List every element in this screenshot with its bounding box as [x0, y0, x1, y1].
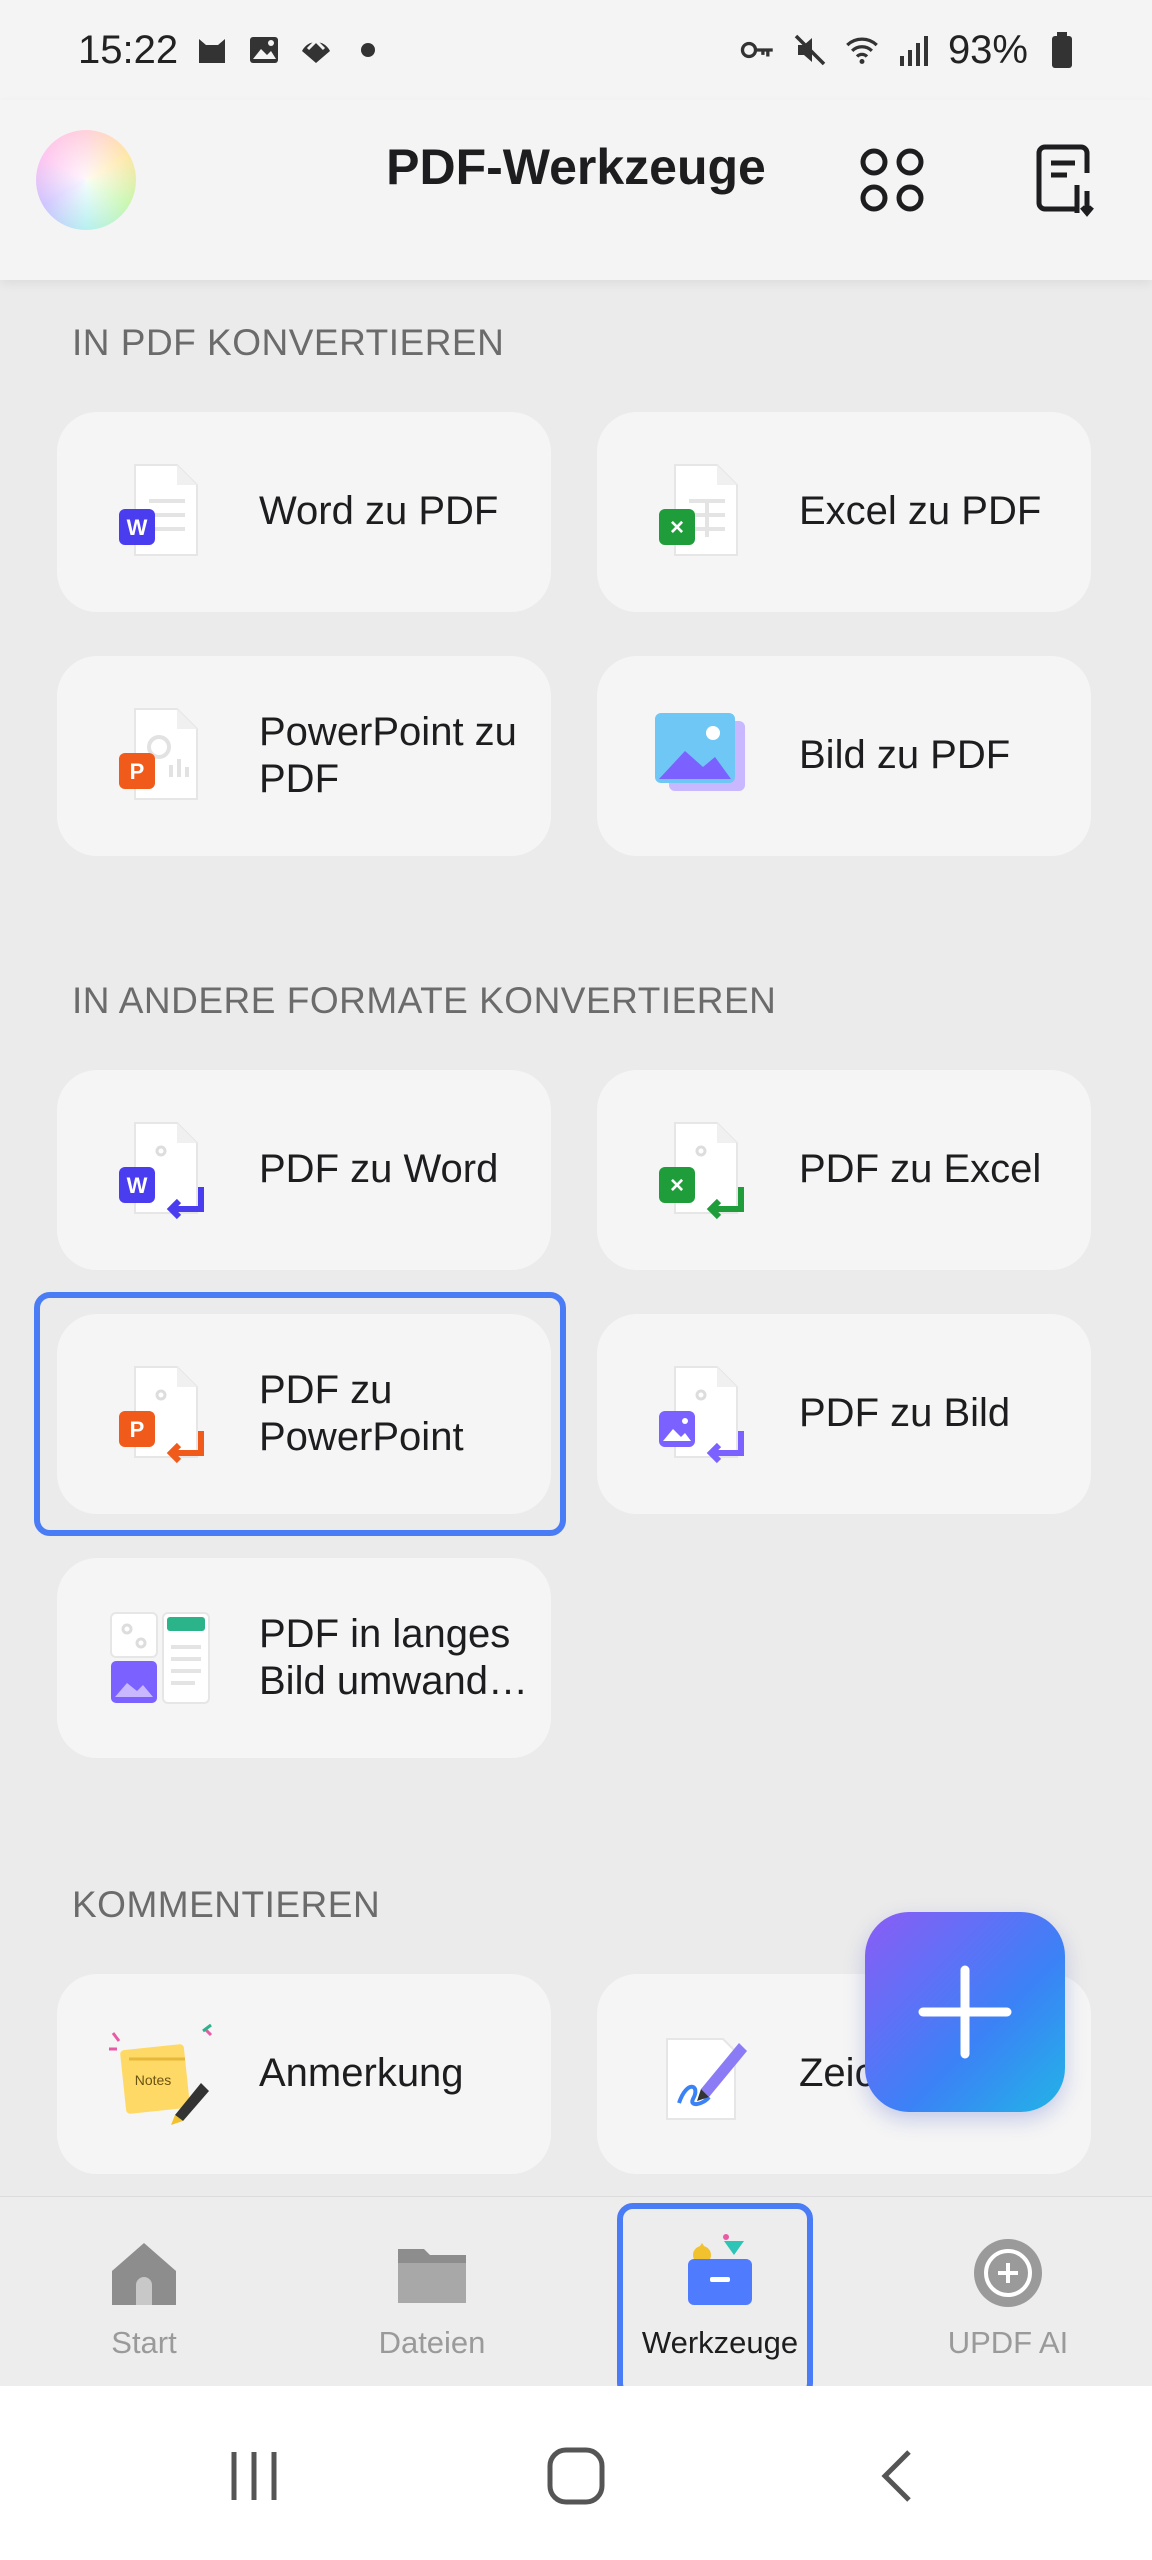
- long-image-icon: [105, 1603, 215, 1713]
- section-title-convert-from-pdf: IN ANDERE FORMATE KONVERTIEREN: [72, 980, 777, 1021]
- sort-document-icon: [1036, 144, 1094, 217]
- excel-doc-icon: ×: [645, 457, 755, 567]
- image-notification-icon: [246, 32, 282, 68]
- svg-text:W: W: [127, 1173, 148, 1198]
- wifi-icon: [844, 32, 880, 68]
- tool-label: Anmerkung: [259, 2051, 464, 2096]
- tool-pdf-to-excel[interactable]: × PDF zu Excel: [597, 1070, 1091, 1270]
- recents-button[interactable]: [214, 2436, 294, 2516]
- ai-icon: [968, 2233, 1048, 2313]
- tool-image-to-pdf[interactable]: Bild zu PDF: [597, 656, 1091, 856]
- plus-icon: [918, 1965, 1012, 2059]
- nav-start[interactable]: Start: [0, 2197, 288, 2387]
- tool-label: PDF zu Bild: [799, 1391, 1011, 1436]
- nav-label: Start: [111, 2325, 177, 2360]
- dot-icon: [350, 32, 386, 68]
- status-bar: 15:22 93%: [0, 0, 1152, 100]
- pdf-to-excel-icon: ×: [645, 1115, 755, 1225]
- grid-button[interactable]: [850, 138, 934, 222]
- nav-dateien[interactable]: Dateien: [288, 2197, 576, 2387]
- back-button[interactable]: [858, 2436, 938, 2516]
- cloud-notification-icon: [298, 32, 334, 68]
- sort-button[interactable]: [1024, 138, 1108, 222]
- key-icon: [740, 32, 776, 68]
- home-nav-button[interactable]: [536, 2436, 616, 2516]
- folder-icon: [392, 2233, 472, 2313]
- tool-label: PDF zu Word: [259, 1147, 499, 1192]
- tool-pdf-to-word[interactable]: W PDF zu Word: [57, 1070, 551, 1270]
- tool-powerpoint-to-pdf[interactable]: P PowerPoint zu PDF: [57, 656, 551, 856]
- sticky-note-icon: Notes: [105, 2019, 215, 2129]
- svg-text:P: P: [130, 759, 145, 784]
- tool-label: Word zu PDF: [259, 489, 499, 534]
- add-fab-button[interactable]: [865, 1912, 1065, 2112]
- battery-percent: 93%: [947, 27, 1028, 72]
- nav-updf-ai[interactable]: UPDF AI: [864, 2197, 1152, 2387]
- cat-notification-icon: [194, 32, 230, 68]
- back-icon: [881, 2450, 911, 2502]
- pen-sign-icon: [645, 2019, 755, 2129]
- bottom-navigation: Start Dateien Werkzeuge UPDF AI: [0, 2196, 1152, 2399]
- section-title-comment: KOMMENTIEREN: [72, 1884, 381, 1925]
- tool-pdf-to-image[interactable]: PDF zu Bild: [597, 1314, 1091, 1514]
- tool-word-to-pdf[interactable]: W Word zu PDF: [57, 412, 551, 612]
- tool-annotation[interactable]: Notes Anmerkung: [57, 1974, 551, 2174]
- svg-text:W: W: [127, 515, 148, 540]
- tool-label: PDF in langes Bild umwand…: [259, 1611, 529, 1703]
- status-time: 15:22: [78, 27, 179, 72]
- system-navigation-bar: [0, 2386, 1152, 2560]
- grid-icon: [860, 148, 924, 212]
- pdf-to-word-icon: W: [105, 1115, 215, 1225]
- pdf-to-image-icon: [645, 1359, 755, 1469]
- svg-text:×: ×: [670, 514, 684, 541]
- tool-pdf-to-long-image[interactable]: PDF in langes Bild umwand…: [57, 1558, 551, 1758]
- app-header: PDF-Werkzeuge: [0, 100, 1152, 280]
- highlight-box-powerpoint: [34, 1292, 566, 1536]
- section-title-convert-to-pdf: IN PDF KONVERTIEREN: [72, 322, 505, 363]
- word-doc-icon: W: [105, 457, 215, 567]
- tool-label: Bild zu PDF: [799, 733, 1011, 778]
- recents-icon: [231, 2452, 277, 2500]
- svg-text:Notes: Notes: [135, 2072, 172, 2088]
- tool-label: PowerPoint zu PDF: [259, 709, 517, 801]
- image-stack-icon: [645, 701, 755, 811]
- home-icon: [104, 2233, 184, 2313]
- powerpoint-doc-icon: P: [105, 701, 215, 811]
- tools-content[interactable]: IN PDF KONVERTIEREN W Word zu PDF × Exce…: [0, 280, 1152, 2190]
- tool-label: Zeic: [799, 2051, 875, 2096]
- svg-text:×: ×: [670, 1172, 684, 1199]
- battery-icon: [1044, 32, 1080, 68]
- home-circle-icon: [547, 2447, 605, 2505]
- signal-icon: [896, 32, 932, 68]
- nav-label: Dateien: [378, 2325, 486, 2360]
- tool-label: PDF zu Excel: [799, 1147, 1042, 1192]
- mute-icon: [792, 32, 828, 68]
- page-title: PDF-Werkzeuge: [386, 139, 766, 195]
- tool-label: Excel zu PDF: [799, 489, 1042, 534]
- tool-excel-to-pdf[interactable]: × Excel zu PDF: [597, 412, 1091, 612]
- highlight-box-werkzeuge: [617, 2203, 813, 2399]
- nav-label: UPDF AI: [947, 2325, 1069, 2360]
